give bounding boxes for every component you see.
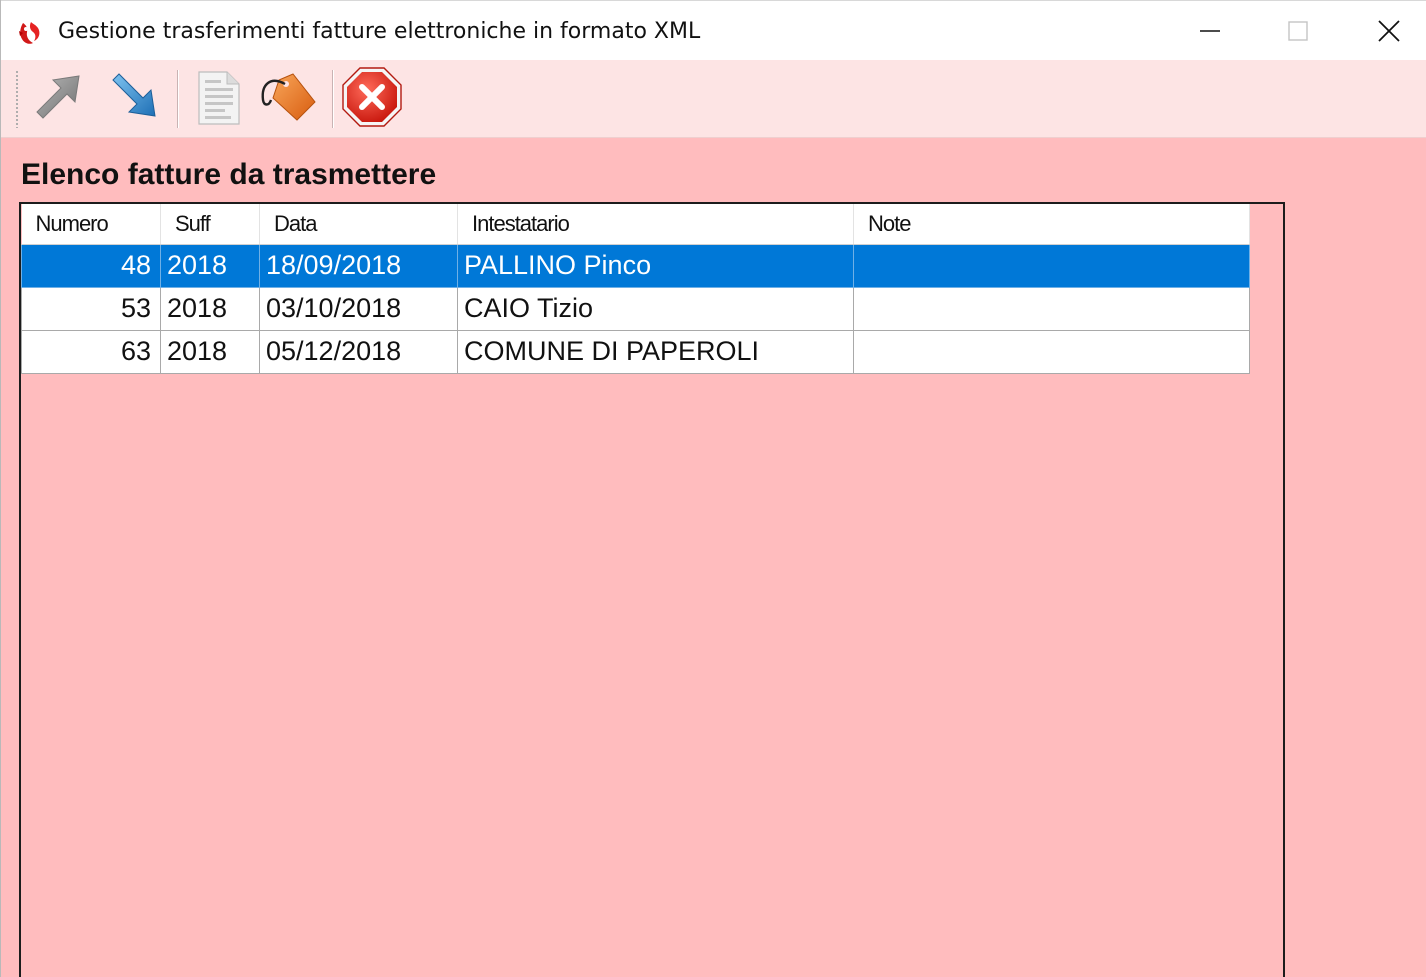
cell-intestatario[interactable]: COMUNE DI PAPEROLI	[457, 329, 854, 374]
table-row[interactable]: 48 2018 18/09/2018 PALLINO Pinco	[21, 243, 1250, 288]
cell-data[interactable]: 03/10/2018	[259, 286, 458, 331]
toolbar	[1, 60, 1426, 138]
cell-suff[interactable]: 2018	[160, 286, 260, 331]
maximize-icon	[1288, 21, 1308, 41]
tag-icon	[261, 73, 316, 121]
download-arrow-icon	[112, 73, 156, 117]
title-bar[interactable]: Gestione trasferimenti fatture elettroni…	[1, 0, 1426, 60]
table-row[interactable]: 63 2018 05/12/2018 COMUNE DI PAPEROLI	[21, 329, 1250, 374]
table-row[interactable]: 53 2018 03/10/2018 CAIO Tizio	[21, 286, 1250, 331]
column-header-intestatario[interactable]: Intestatario	[457, 204, 854, 245]
column-header-data[interactable]: Data	[259, 204, 458, 245]
column-header-suff[interactable]: Suff	[160, 204, 260, 245]
cell-note[interactable]	[853, 243, 1250, 288]
document-icon	[198, 71, 240, 125]
exit-icon	[342, 67, 402, 127]
app-logo-icon	[19, 22, 40, 44]
toolbar-separator	[177, 70, 178, 128]
document-button[interactable]	[187, 66, 249, 128]
download-button[interactable]	[103, 66, 165, 128]
exit-button[interactable]	[341, 66, 403, 128]
toolbar-separator	[332, 70, 333, 128]
close-window-button[interactable]	[1344, 1, 1426, 61]
maximize-button[interactable]	[1253, 1, 1343, 61]
upload-button[interactable]	[29, 66, 91, 128]
section-title: Elenco fatture da trasmettere	[21, 158, 437, 191]
column-header-note[interactable]: Note	[853, 204, 1250, 245]
close-icon	[1378, 20, 1400, 42]
cell-suff[interactable]: 2018	[160, 243, 260, 288]
cell-numero[interactable]: 48	[21, 243, 161, 288]
app-window: Gestione trasferimenti fatture elettroni…	[0, 0, 1426, 977]
toolbar-grip[interactable]	[15, 70, 19, 128]
invoice-table: Numero Suff Data Intestatario Note 48 20…	[21, 204, 1250, 374]
cell-data[interactable]: 18/09/2018	[259, 243, 458, 288]
minimize-button[interactable]	[1165, 1, 1255, 61]
cell-note[interactable]	[853, 286, 1250, 331]
cell-intestatario[interactable]: PALLINO Pinco	[457, 243, 854, 288]
window-title: Gestione trasferimenti fatture elettroni…	[58, 19, 701, 44]
invoice-grid[interactable]: Numero Suff Data Intestatario Note 48 20…	[19, 202, 1285, 977]
tag-button[interactable]	[257, 66, 319, 128]
cell-intestatario[interactable]: CAIO Tizio	[457, 286, 854, 331]
cell-note[interactable]	[853, 329, 1250, 374]
cell-data[interactable]: 05/12/2018	[259, 329, 458, 374]
minimize-icon	[1200, 30, 1220, 32]
column-header-numero[interactable]: Numero	[21, 204, 161, 245]
cell-numero[interactable]: 63	[21, 329, 161, 374]
grid-header-row: Numero Suff Data Intestatario Note	[21, 204, 1250, 245]
cell-suff[interactable]: 2018	[160, 329, 260, 374]
cell-numero[interactable]: 53	[21, 286, 161, 331]
upload-arrow-icon	[36, 75, 80, 119]
